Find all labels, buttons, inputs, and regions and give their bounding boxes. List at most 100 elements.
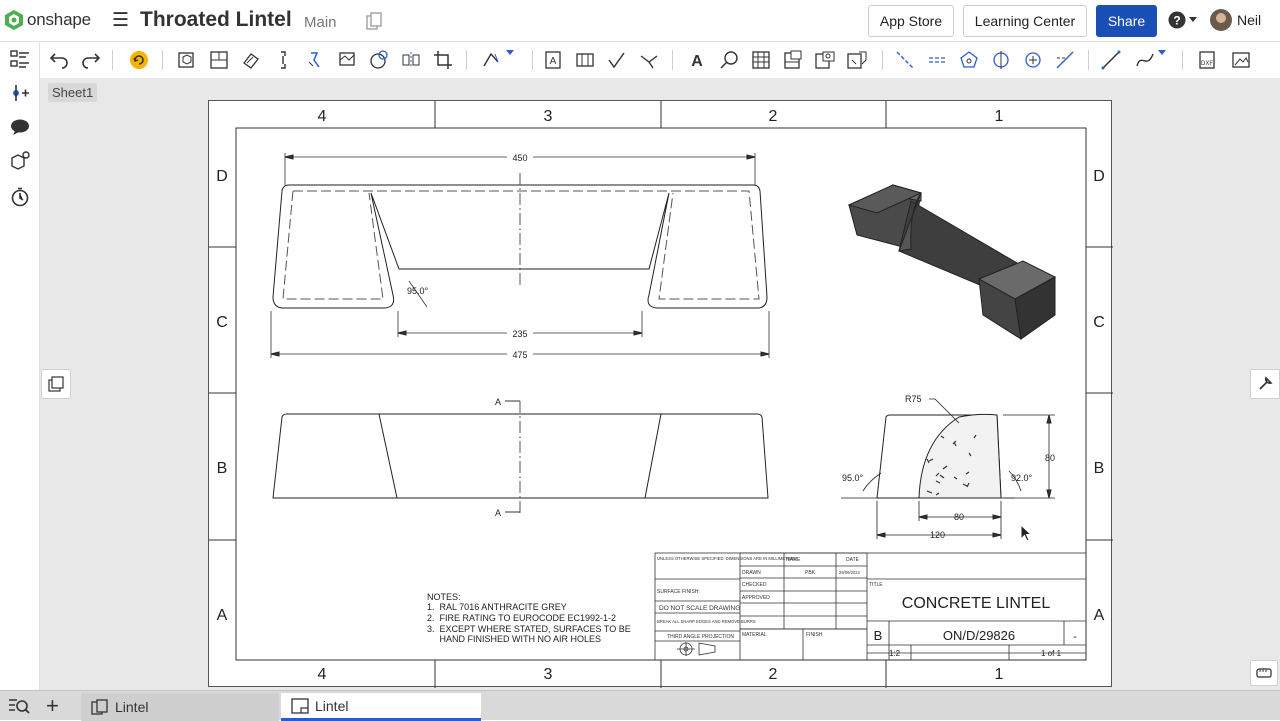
tangent-icon[interactable] — [1054, 50, 1076, 70]
datum-icon[interactable] — [574, 50, 596, 70]
copy-workspace-icon[interactable] — [366, 12, 382, 35]
part-studio-icon — [91, 699, 108, 715]
notes-line-2: 2. FIRE RATING TO EUROCODE EC1992-1-2 — [427, 613, 616, 623]
center-point-icon[interactable] — [1022, 50, 1044, 70]
zone-row-right-b: B — [1094, 460, 1105, 477]
toolbar-separator — [112, 50, 113, 70]
tab-label: Lintel — [315, 697, 349, 714]
zone-col-top-3: 3 — [544, 108, 553, 125]
drawing-sheet[interactable]: 4 3 2 1 4 3 2 1 D C B A D C B A 450 235 … — [208, 100, 1113, 688]
insert-image-icon[interactable] — [1230, 50, 1252, 70]
text-icon[interactable]: A — [686, 50, 708, 70]
undo-icon[interactable] — [48, 50, 70, 70]
properties-wrench-icon[interactable] — [1250, 369, 1280, 399]
caret-down-icon — [1189, 17, 1197, 22]
zone-row-right-c: C — [1093, 314, 1105, 331]
tab-label: Lintel — [115, 699, 149, 715]
tab-lintel-drawing[interactable]: Lintel — [281, 693, 481, 721]
detail-view-icon[interactable] — [368, 50, 390, 70]
help-icon: ? — [1168, 11, 1186, 29]
onshape-logo[interactable]: onshape — [4, 9, 91, 31]
drawing-icon — [291, 697, 309, 714]
bom-table-icon[interactable] — [782, 50, 804, 70]
dimension-icon[interactable] — [480, 50, 502, 70]
line-icon[interactable] — [1100, 50, 1122, 70]
tb-projection: THIRD ANGLE PROJECTION — [667, 634, 734, 640]
feature-list-icon[interactable] — [9, 48, 31, 70]
toolbar-separator — [672, 50, 673, 70]
dim-side-base: 120 — [930, 530, 945, 540]
tb-date-col: DATE — [846, 557, 860, 563]
history-icon[interactable] — [9, 186, 31, 208]
sheet-panel-toggle-icon[interactable] — [41, 369, 71, 399]
front-view[interactable] — [272, 400, 769, 513]
update-drawing-icon[interactable] — [128, 50, 150, 70]
tb-name-col: NAME — [786, 557, 801, 563]
centerline-icon[interactable] — [894, 50, 916, 70]
share-button[interactable]: Share — [1096, 5, 1157, 37]
user-name: Neil — [1237, 12, 1262, 28]
tb-break-edges: BREAK ALL SHARP EDGES AND REMOVE BURRS — [657, 619, 756, 624]
branch-name[interactable]: Main — [304, 14, 337, 31]
dimension-dropdown-caret-icon[interactable] — [506, 50, 518, 70]
tb-approved: APPROVED — [742, 595, 770, 601]
zone-col-bottom-3: 3 — [544, 666, 553, 683]
svg-text:?: ? — [1173, 14, 1180, 28]
menu-hamburger-icon[interactable]: ☰ — [112, 11, 129, 30]
note-icon[interactable]: A — [542, 50, 564, 70]
measure-tool-icon[interactable] — [1250, 660, 1278, 686]
weld-symbol-icon[interactable] — [638, 50, 660, 70]
tab-lintel-assembly[interactable]: Lintel — [81, 693, 279, 721]
break-view-icon[interactable] — [400, 50, 422, 70]
configuration-icon[interactable] — [9, 150, 31, 172]
zone-col-bottom-4: 4 — [318, 666, 327, 683]
isometric-view[interactable] — [847, 184, 1057, 341]
svg-text:A: A — [550, 56, 557, 67]
toolbar-separator — [466, 50, 467, 70]
spline-icon[interactable] — [1134, 50, 1156, 70]
user-menu[interactable]: Neil — [1210, 9, 1261, 31]
hole-table-icon[interactable] — [814, 50, 836, 70]
crop-view-icon[interactable] — [336, 50, 358, 70]
sketch-dropdown-caret-icon[interactable] — [1158, 50, 1170, 70]
insert-icon[interactable] — [9, 82, 31, 104]
section-view-icon[interactable] — [272, 50, 294, 70]
center-mark-icon[interactable] — [926, 50, 948, 70]
tb-title-label: TITLE — [869, 582, 883, 588]
toolbar-separator — [1182, 50, 1183, 70]
callout-icon[interactable] — [718, 50, 740, 70]
insert-view-icon[interactable] — [176, 50, 198, 70]
circle-center-icon[interactable] — [990, 50, 1012, 70]
side-view[interactable] — [841, 398, 1055, 539]
notes-line-3: 3. EXCEPT WHERE STATED, SURFACES TO BE — [427, 624, 631, 634]
sheet-tab[interactable]: Sheet1 — [48, 83, 98, 102]
zone-col-top-4: 4 — [318, 108, 327, 125]
zone-row-right-d: D — [1093, 168, 1105, 185]
surface-finish-icon[interactable] — [606, 50, 628, 70]
top-bar: onshape ☰ Throated Lintel Main App Store… — [0, 0, 1280, 42]
dim-top-angle: 95.0° — [407, 286, 429, 296]
tb-drawn-name: PBK — [805, 570, 816, 576]
projected-view-icon[interactable] — [208, 50, 230, 70]
revision-table-icon[interactable] — [846, 50, 868, 70]
export-dxf-icon[interactable]: DXF — [1196, 50, 1218, 70]
svg-text:A: A — [691, 53, 703, 70]
table-icon[interactable] — [750, 50, 772, 70]
app-store-button[interactable]: App Store — [868, 5, 954, 37]
auxiliary-view-icon[interactable] — [240, 50, 262, 70]
tb-material: MATERIAL — [742, 632, 767, 638]
redo-icon[interactable] — [80, 50, 102, 70]
aligned-section-icon[interactable] — [304, 50, 326, 70]
bolt-circle-icon[interactable] — [958, 50, 980, 70]
learning-center-button[interactable]: Learning Center — [963, 5, 1087, 37]
help-menu[interactable]: ? — [1168, 11, 1197, 29]
add-tab-icon[interactable]: + — [46, 694, 59, 718]
search-tabs-icon[interactable] — [8, 697, 30, 720]
comments-icon[interactable] — [9, 116, 31, 138]
dim-side-left-angle: 95.0° — [842, 473, 864, 483]
dim-side-right-angle: 92.0° — [1011, 473, 1033, 483]
drawing-number: ON/D/29826 — [943, 628, 1015, 643]
crop-icon[interactable] — [432, 50, 454, 70]
document-title[interactable]: Throated Lintel — [140, 8, 292, 32]
dim-top-width: 450 — [512, 153, 527, 163]
